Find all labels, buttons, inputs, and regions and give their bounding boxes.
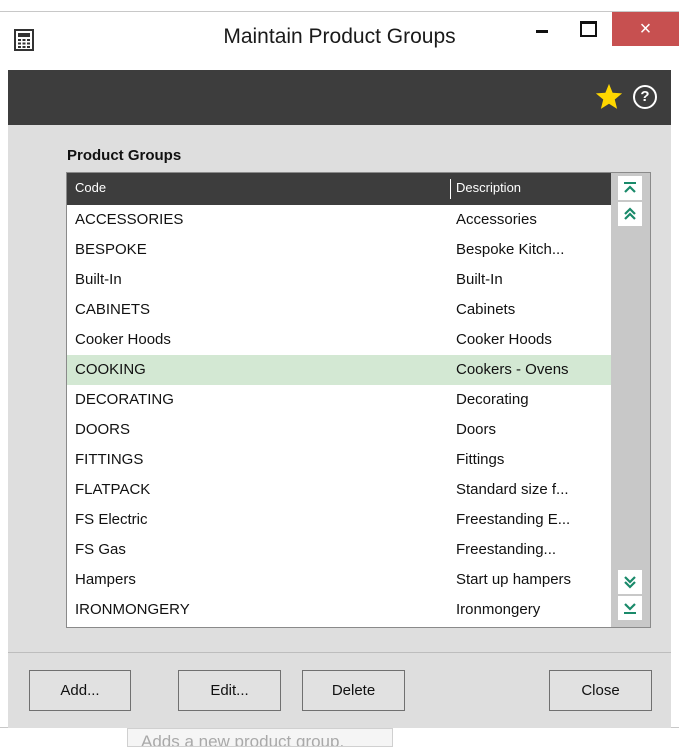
double-chevron-down-icon xyxy=(624,576,636,589)
cell-description: Start up hampers xyxy=(456,571,572,588)
help-icon[interactable]: ? xyxy=(633,85,657,109)
cell-code: FS Gas xyxy=(75,541,126,558)
scroll-page-down-button[interactable] xyxy=(618,570,642,594)
cell-code: Built-In xyxy=(75,271,122,288)
table-row[interactable]: DECORATING Decorating xyxy=(67,385,611,415)
minimize-icon xyxy=(536,29,548,33)
close-window-button[interactable]: × xyxy=(612,12,679,46)
maintain-product-groups-window: Maintain Product Groups × ? Product Grou… xyxy=(0,12,679,728)
table-row[interactable]: Built-In Built-In xyxy=(67,265,611,295)
close-button[interactable]: Close xyxy=(549,670,652,711)
window-title: Maintain Product Groups xyxy=(223,25,456,48)
scroll-bottom-icon xyxy=(624,603,636,614)
cell-description: Built-In xyxy=(456,271,503,288)
maximize-button[interactable] xyxy=(566,12,610,46)
cell-code: DOORS xyxy=(75,421,131,438)
cell-code: FITTINGS xyxy=(75,451,144,468)
table-row[interactable]: IRONMONGERY Ironmongery xyxy=(67,595,611,625)
column-separator[interactable] xyxy=(450,179,451,199)
close-icon: × xyxy=(639,17,652,40)
cell-description: Cooker Hoods xyxy=(456,331,552,348)
content-panel: Product Groups Code Description ACCESSOR… xyxy=(8,125,671,652)
table-row[interactable]: Hampers Start up hampers xyxy=(67,565,611,595)
scroll-page-up-button[interactable] xyxy=(618,202,642,226)
table-row[interactable]: FS Gas Freestanding... xyxy=(67,535,611,565)
cell-description: Fittings xyxy=(456,451,505,468)
cell-description: Bespoke Kitch... xyxy=(456,241,565,258)
cell-code: ACCESSORIES xyxy=(75,211,184,228)
cell-code: COOKING xyxy=(75,361,146,378)
cell-code: FS Electric xyxy=(75,511,148,528)
table-row[interactable]: CABINETS Cabinets xyxy=(67,295,611,325)
app-icon xyxy=(14,29,34,51)
cell-code: Hampers xyxy=(75,571,136,588)
table-row[interactable]: ACCESSORIES Accessories xyxy=(67,205,611,235)
cell-code: DECORATING xyxy=(75,391,174,408)
cell-code: CABINETS xyxy=(75,301,151,318)
product-groups-grid[interactable]: Code Description ACCESSORIES Accessories B… xyxy=(66,172,651,628)
toolbar: ? xyxy=(8,70,671,125)
product-groups-label: Product Groups xyxy=(67,147,182,164)
cell-description: Decorating xyxy=(456,391,529,408)
table-row[interactable]: FLATPACK Standard size f... xyxy=(67,475,611,505)
scroll-top-icon xyxy=(624,182,636,193)
column-header-description[interactable]: Description xyxy=(456,180,521,195)
cell-code: BESPOKE xyxy=(75,241,147,258)
cell-description: Cookers - Ovens xyxy=(456,361,569,378)
table-row[interactable]: FS Electric Freestanding E... xyxy=(67,505,611,535)
cell-description: Freestanding... xyxy=(456,541,557,558)
cell-code: Cooker Hoods xyxy=(75,331,171,348)
star-icon[interactable] xyxy=(594,82,624,112)
vertical-scrollbar[interactable] xyxy=(611,173,650,627)
column-header-code[interactable]: Code xyxy=(75,180,106,195)
cell-code: IRONMONGERY xyxy=(75,601,190,618)
cell-description: Accessories xyxy=(456,211,537,228)
scroll-to-top-button[interactable] xyxy=(618,176,642,200)
table-row[interactable]: Cooker Hoods Cooker Hoods xyxy=(67,325,611,355)
title-bar[interactable]: Maintain Product Groups × xyxy=(0,12,679,70)
add-button-tooltip: Adds a new product group. xyxy=(127,728,393,747)
delete-button[interactable]: Delete xyxy=(302,670,405,711)
table-row[interactable]: COOKING Cookers - Ovens xyxy=(67,355,611,385)
maximize-icon xyxy=(579,21,597,37)
table-row[interactable]: FITTINGS Fittings xyxy=(67,445,611,475)
grid-header: Code Description xyxy=(67,173,611,205)
grid-rows: ACCESSORIES Accessories BESPOKE Bespoke Kit… xyxy=(67,205,611,625)
scroll-to-bottom-button[interactable] xyxy=(618,596,642,620)
edit-button[interactable]: Edit... xyxy=(178,670,281,711)
cell-description: Doors xyxy=(456,421,497,438)
cell-description: Cabinets xyxy=(456,301,516,318)
button-bar: Add... Edit... Delete Close xyxy=(8,652,671,728)
table-row[interactable]: DOORS Doors xyxy=(67,415,611,445)
add-button[interactable]: Add... xyxy=(29,670,131,711)
cell-code: FLATPACK xyxy=(75,481,151,498)
double-chevron-up-icon xyxy=(624,207,636,220)
cell-description: Freestanding E... xyxy=(456,511,571,528)
table-row[interactable]: BESPOKE Bespoke Kitch... xyxy=(67,235,611,265)
cell-description: Standard size f... xyxy=(456,481,569,498)
minimize-button[interactable] xyxy=(520,12,564,46)
cell-description: Ironmongery xyxy=(456,601,541,618)
